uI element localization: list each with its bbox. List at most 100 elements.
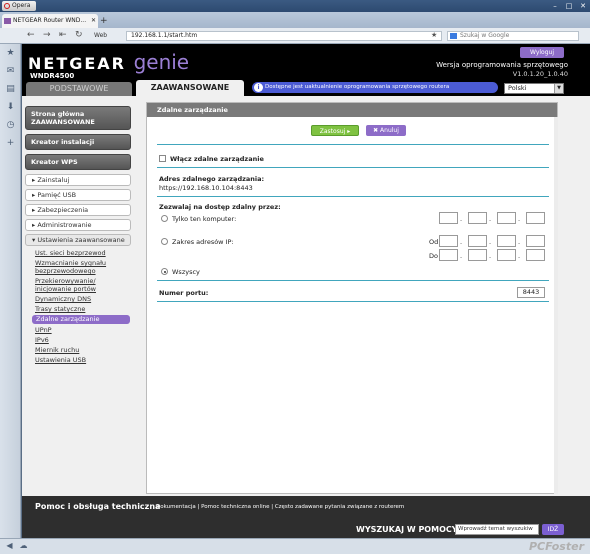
submenu-static-routes[interactable]: Trasy statyczne <box>25 305 133 313</box>
from-label: Od <box>429 238 439 246</box>
favicon-icon <box>4 18 11 24</box>
radio-everyone[interactable] <box>161 268 168 275</box>
submenu-wireless-settings[interactable]: Ust. sieci bezprzewod <box>25 249 133 257</box>
panel-toggle-icon[interactable]: ◀ <box>4 541 15 552</box>
submenu-port-forwarding[interactable]: Przekierowywanie/ inicjowanie portów <box>25 277 133 293</box>
bookmark-star-icon[interactable]: ★ <box>431 31 437 39</box>
logout-button[interactable]: Wyloguj <box>520 47 564 58</box>
update-notice-text: Dostępne jest uaktualnienie oprogramowan… <box>265 84 450 90</box>
submenu-dynamic-dns[interactable]: Dynamiczny DNS <box>25 295 133 303</box>
panel-scrollbar[interactable] <box>554 117 558 494</box>
range-to-field-3[interactable] <box>497 249 516 261</box>
apply-button[interactable]: Zastosuj ▸ <box>311 125 359 136</box>
menu-security-label: Zabezpieczenia <box>37 206 89 214</box>
address-label: Adres zdalnego zarządzania: <box>159 175 265 183</box>
divider <box>157 280 549 281</box>
apply-label: Zastosuj <box>319 128 346 135</box>
opera-menu-button[interactable]: Opera <box>2 1 36 11</box>
submenu-wireless-repeating[interactable]: Wzmacnianie sygnału bezprzewodowego <box>25 259 133 275</box>
port-label: Numer portu: <box>159 289 209 297</box>
new-tab-icon[interactable]: + <box>100 16 108 26</box>
notes-icon[interactable]: ▤ <box>5 84 16 95</box>
submenu-traffic-meter[interactable]: Miernik ruchu <box>25 346 133 354</box>
downloads-icon[interactable]: ⬇ <box>5 102 16 113</box>
menu-admin-label: Administrowanie <box>37 221 92 229</box>
close-tab-icon[interactable]: ✕ <box>91 14 96 28</box>
cancel-label: Anuluj <box>380 127 399 134</box>
search-field[interactable]: Szukaj w Google <box>447 31 579 41</box>
range-to-field-2[interactable] <box>468 249 487 261</box>
firmware-update-notice[interactable]: i Dostępne jest uaktualnienie oprogramow… <box>252 82 498 93</box>
mail-icon[interactable]: ✉ <box>5 66 16 77</box>
browser-statusbar: ◀ ☁ PCFoster <box>0 538 590 554</box>
menu-wps-wizard[interactable]: Kreator WPS <box>25 154 131 170</box>
router-page: NETGEAR genie WNDR4500 Wyloguj Wersja op… <box>22 44 590 538</box>
browser-titlebar: Opera – □ ✕ <box>0 0 590 12</box>
browser-tab[interactable]: NETGEAR Router WND... ✕ <box>2 14 98 28</box>
range-from-field-4[interactable] <box>526 235 545 247</box>
forward-icon[interactable]: → <box>43 30 51 40</box>
submenu-usb-settings[interactable]: Ustawienia USB <box>25 356 133 364</box>
rewind-icon[interactable]: ⇤ <box>59 30 67 40</box>
menu-advanced-setup[interactable]: ▾ Ustawienia zaawansowane <box>25 234 131 246</box>
history-icon[interactable]: ◷ <box>5 120 16 131</box>
everyone-label: Wszyscy <box>172 268 200 276</box>
to-label: Do <box>429 252 438 260</box>
single-ip-field-3[interactable] <box>497 212 516 224</box>
range-to-field-1[interactable] <box>439 249 458 261</box>
cancel-button[interactable]: ✖ Anuluj <box>366 125 406 136</box>
help-search-button[interactable]: IDŹ <box>542 524 564 535</box>
only-this-computer-label: Tylko ten komputer: <box>172 215 237 223</box>
maximize-icon[interactable]: □ <box>562 1 576 11</box>
help-title: Pomoc i obsługa techniczna <box>35 502 161 511</box>
opera-menu-label: Opera <box>12 2 31 9</box>
minimize-icon[interactable]: – <box>548 1 562 11</box>
web-indicator[interactable]: Web <box>94 31 124 41</box>
firmware-label: Wersja oprogramowania sprzętowego <box>436 61 568 69</box>
router-header: NETGEAR genie WNDR4500 Wyloguj Wersja op… <box>22 44 590 96</box>
range-from-field-1[interactable] <box>439 235 458 247</box>
back-icon[interactable]: ← <box>27 30 35 40</box>
netgear-logo: NETGEAR genie <box>28 50 189 74</box>
help-search-input[interactable]: Wprowadź temat wyszukiw <box>455 524 539 535</box>
divider <box>157 167 549 168</box>
menu-usb-storage[interactable]: ▸ Pamięć USB <box>25 189 131 201</box>
tab-title: NETGEAR Router WND... <box>13 17 87 24</box>
submenu-upnp[interactable]: UPnP <box>25 326 133 334</box>
radio-ip-range[interactable] <box>161 238 168 245</box>
radio-only-this-computer[interactable] <box>161 215 168 222</box>
single-ip-field-4[interactable] <box>526 212 545 224</box>
help-links[interactable]: Dokumentacja | Pomoc techniczna online |… <box>156 504 404 510</box>
tab-basic[interactable]: PODSTAWOWE <box>26 82 132 96</box>
tab-advanced[interactable]: ZAAWANSOWANE <box>136 80 244 96</box>
submenu-ipv6[interactable]: IPv6 <box>25 336 133 344</box>
remote-management-panel: Zdalne zarządzanie Zastosuj ▸ ✖ Anuluj W… <box>146 102 558 494</box>
address-value: https://192.168.10.104:8443 <box>159 184 253 192</box>
range-to-field-4[interactable] <box>526 249 545 261</box>
enable-remote-checkbox[interactable] <box>159 155 166 162</box>
menu-security[interactable]: ▸ Zabezpieczenia <box>25 204 131 216</box>
menu-setup-wizard[interactable]: Kreator instalacji <box>25 134 131 150</box>
add-panel-icon[interactable]: + <box>5 138 16 149</box>
range-from-field-2[interactable] <box>468 235 487 247</box>
reload-icon[interactable]: ↻ <box>75 30 83 40</box>
browser-tabbar: NETGEAR Router WND... ✕ + <box>0 12 590 28</box>
menu-administration[interactable]: ▸ Administrowanie <box>25 219 131 231</box>
turbo-icon[interactable]: ☁ <box>18 541 29 552</box>
port-input[interactable]: 8443 <box>517 287 545 298</box>
menu-setup[interactable]: ▸ Zainstaluj <box>25 174 131 186</box>
bookmarks-icon[interactable]: ★ <box>5 48 16 59</box>
model-name: WNDR4500 <box>30 72 75 80</box>
language-select[interactable]: Polski ▼ <box>504 83 564 94</box>
main-tabs: PODSTAWOWE ZAAWANSOWANE i Dostępne jest … <box>22 80 590 96</box>
single-ip-field-2[interactable] <box>468 212 487 224</box>
firmware-version: V1.0.1.20_1.0.40 <box>512 70 568 78</box>
url-field[interactable]: 192.168.1.1/start.htm <box>126 31 442 41</box>
menu-advanced-home[interactable]: Strona główna ZAAWANSOWANE <box>25 106 131 130</box>
range-from-field-3[interactable] <box>497 235 516 247</box>
close-window-icon[interactable]: ✕ <box>576 1 590 11</box>
cancel-icon: ✖ <box>373 127 379 134</box>
submenu-remote-management[interactable]: Zdalne zarządzanie <box>32 315 130 324</box>
single-ip-field-1[interactable] <box>439 212 458 224</box>
product-name: genie <box>133 50 190 74</box>
